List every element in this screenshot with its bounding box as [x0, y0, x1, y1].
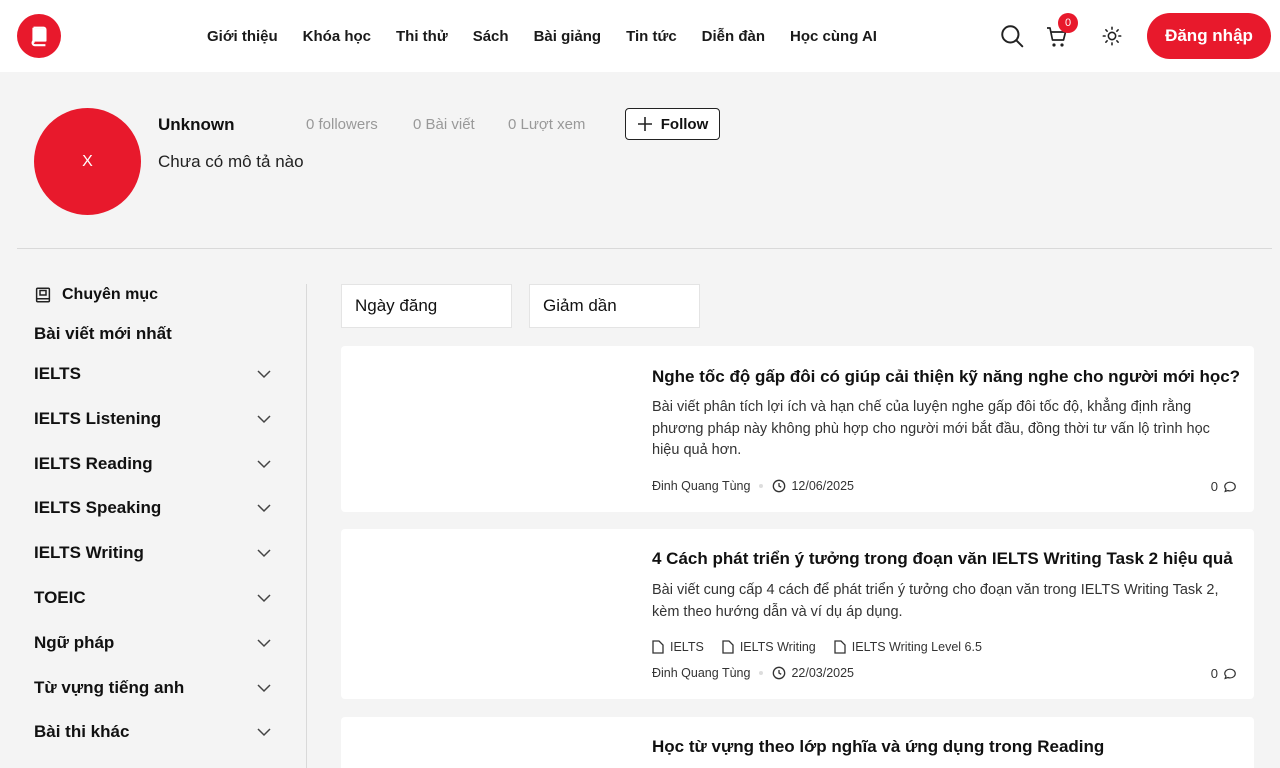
post-card[interactable]: 4 Cách phát triển ý tưởng trong đoạn văn… [341, 529, 1254, 699]
chevron-down-icon [257, 370, 271, 379]
main-nav: Giới thiệu Khóa học Thi thử Sách Bài giả… [207, 0, 902, 72]
post-title[interactable]: Học từ vựng theo lớp nghĩa và ứng dụng t… [652, 737, 1104, 757]
post-tag[interactable]: IELTS Writing Level 6.5 [834, 640, 982, 654]
book-logo-icon[interactable] [17, 14, 61, 58]
category-label: IELTS [34, 364, 81, 383]
chevron-down-icon [257, 504, 271, 513]
post-date: 22/03/2025 [791, 666, 855, 680]
profile-name: Unknown [158, 115, 235, 134]
tag-label: IELTS Writing [739, 640, 816, 654]
category-label: IELTS Listening [34, 409, 162, 428]
nav-gioi-thieu[interactable]: Giới thiệu [207, 28, 278, 45]
post-card[interactable]: Học từ vựng theo lớp nghĩa và ứng dụng t… [341, 717, 1254, 768]
follow-button[interactable]: Follow [625, 108, 720, 140]
post-tag[interactable]: IELTS [652, 640, 704, 654]
tag-label: IELTS [670, 640, 704, 654]
comment-count: 0 [1210, 479, 1218, 494]
comment-icon [1224, 481, 1236, 492]
sidebar-item-bai-thi-khac[interactable]: Bài thi khác [34, 717, 272, 747]
search-icon[interactable] [998, 22, 1026, 50]
post-comments[interactable]: 0 [1211, 479, 1237, 494]
post-title[interactable]: 4 Cách phát triển ý tưởng trong đoạn văn… [652, 549, 1233, 569]
nav-khoa-hoc[interactable]: Khóa học [303, 28, 371, 45]
sidebar-title: Chuyên mục [34, 286, 158, 304]
category-label: IELTS Reading [34, 454, 153, 473]
profile-divider [17, 248, 1272, 249]
comment-count: 0 [1210, 666, 1218, 681]
posts-count: 0 Bài viết [413, 116, 475, 133]
clock-icon [772, 479, 786, 493]
chevron-down-icon [257, 460, 271, 469]
clock-icon [772, 666, 786, 680]
post-tag[interactable]: IELTS Writing [722, 640, 816, 654]
sidebar-title-label: Chuyên mục [62, 286, 159, 303]
sidebar-item-ielts[interactable]: IELTS [34, 359, 272, 389]
sidebar-item-ielts-listening[interactable]: IELTS Listening [34, 404, 272, 434]
chevron-down-icon [257, 415, 271, 424]
category-label: TOEIC [34, 588, 86, 607]
post-date: 12/06/2025 [791, 479, 855, 493]
category-label: Ngữ pháp [34, 633, 115, 652]
post-tags: IELTS IELTS Writing IELTS Writing Level … [652, 640, 1000, 654]
category-label: IELTS Writing [34, 543, 144, 562]
nav-sach[interactable]: Sách [473, 28, 509, 45]
profile-description: Chưa có mô tả nào [158, 152, 304, 171]
document-icon [652, 640, 664, 654]
sidebar-item-tu-vung[interactable]: Từ vựng tiếng anh [34, 673, 272, 703]
post-card[interactable]: Nghe tốc độ gấp đôi có giúp cải thiện kỹ… [341, 346, 1254, 512]
post-description: Bài viết phân tích lợi ích và hạn chế củ… [652, 399, 1210, 458]
sidebar-item-ngu-phap[interactable]: Ngữ pháp [34, 628, 272, 658]
plus-icon [637, 117, 652, 131]
post-meta: Đinh Quang Tùng 22/03/2025 [652, 666, 854, 680]
nav-thi-thu[interactable]: Thi thử [396, 28, 448, 45]
book-icon [35, 287, 51, 303]
meta-separator [759, 671, 764, 675]
post-title[interactable]: Nghe tốc độ gấp đôi có giúp cải thiện kỹ… [652, 367, 1240, 387]
tag-label: IELTS Writing Level 6.5 [851, 640, 982, 654]
sidebar-item-ielts-speaking[interactable]: IELTS Speaking [34, 493, 272, 523]
login-button[interactable]: Đăng nhập [1147, 13, 1271, 59]
category-label: Bài thi khác [34, 722, 130, 741]
chevron-down-icon [257, 594, 271, 603]
document-icon [722, 640, 734, 654]
nav-hoc-cung-ai[interactable]: Học cùng AI [790, 28, 877, 45]
nav-dien-dan[interactable]: Diễn đàn [702, 28, 765, 45]
sort-by-select[interactable]: Ngày đăng [341, 284, 512, 328]
category-label: Từ vựng tiếng anh [34, 678, 185, 697]
post-author[interactable]: Đinh Quang Tùng [652, 666, 750, 680]
post-author[interactable]: Đinh Quang Tùng [652, 479, 750, 493]
post-meta: Đinh Quang Tùng 12/06/2025 [652, 479, 854, 493]
chevron-down-icon [257, 549, 271, 558]
post-description: Bài viết cung cấp 4 cách để phát triển ý… [652, 582, 1219, 620]
theme-toggle-icon[interactable] [1099, 23, 1125, 49]
sidebar-item-ielts-reading[interactable]: IELTS Reading [34, 449, 272, 479]
post-comments[interactable]: 0 [1211, 666, 1237, 681]
avatar: X [34, 108, 141, 215]
nav-tin-tuc[interactable]: Tin tức [626, 28, 677, 45]
category-label: IELTS Speaking [34, 498, 162, 517]
sidebar-item-latest[interactable]: Bài viết mới nhất [34, 324, 172, 344]
document-icon [834, 640, 846, 654]
sidebar-divider [306, 284, 307, 768]
followers-count: 0 followers [306, 116, 378, 133]
follow-label: Follow [660, 115, 709, 133]
site-header: Giới thiệu Khóa học Thi thử Sách Bài giả… [0, 0, 1280, 72]
sort-order-select[interactable]: Giảm dần [529, 284, 700, 328]
meta-separator [759, 484, 764, 488]
views-count: 0 Lượt xem [508, 116, 586, 133]
comment-icon [1224, 668, 1236, 679]
cart-count-badge: 0 [1058, 13, 1078, 33]
chevron-down-icon [257, 639, 271, 648]
sidebar-item-toeic[interactable]: TOEIC [34, 583, 272, 613]
chevron-down-icon [257, 728, 271, 737]
nav-bai-giang[interactable]: Bài giảng [534, 28, 602, 45]
sidebar-item-ielts-writing[interactable]: IELTS Writing [34, 538, 272, 568]
chevron-down-icon [257, 684, 271, 693]
